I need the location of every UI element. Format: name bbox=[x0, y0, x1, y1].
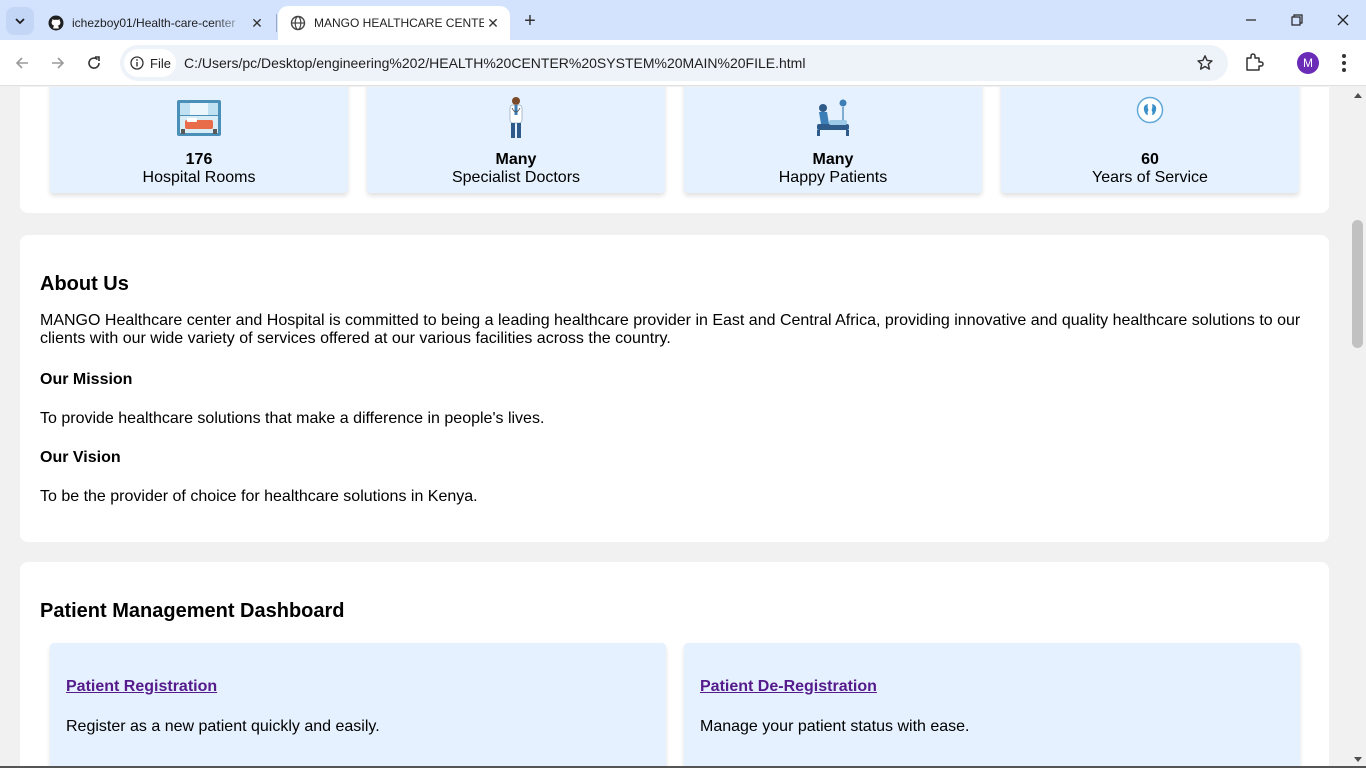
back-arrow-icon[interactable] bbox=[10, 51, 34, 75]
about-section: About Us MANGO Healthcare center and Hos… bbox=[20, 235, 1329, 542]
minimize-icon[interactable] bbox=[1239, 8, 1263, 32]
chevron-down-icon bbox=[15, 18, 25, 25]
close-tab-icon[interactable]: ✕ bbox=[248, 14, 266, 32]
profile-avatar[interactable]: M bbox=[1297, 52, 1319, 74]
about-heading: About Us bbox=[40, 273, 129, 295]
patient-registration-link[interactable]: Patient Registration bbox=[66, 678, 217, 696]
scroll-up-arrow-icon[interactable] bbox=[1354, 93, 1362, 98]
stat-value: 60 bbox=[1141, 151, 1159, 168]
hospital-room-icon bbox=[50, 94, 348, 142]
page-viewport: 176 Hospital Rooms Many Specialist Docto… bbox=[0, 87, 1350, 768]
tab-search-button[interactable] bbox=[6, 7, 34, 35]
scroll-down-arrow-icon[interactable] bbox=[1354, 757, 1362, 762]
close-tab-icon[interactable]: ✕ bbox=[484, 14, 502, 32]
mission-heading: Our Mission bbox=[40, 371, 133, 388]
stat-value: 176 bbox=[185, 151, 213, 168]
stat-label: Happy Patients bbox=[778, 169, 888, 186]
stat-value: Many bbox=[812, 151, 854, 168]
url-text[interactable]: C:/Users/pc/Desktop/engineering%202/HEAL… bbox=[184, 55, 805, 71]
tab-separator bbox=[276, 14, 277, 32]
stat-happy-patients: Many Happy Patients bbox=[684, 87, 982, 193]
patient-dashboard-section: Patient Management Dashboard Patient Reg… bbox=[20, 562, 1329, 768]
vision-text: To be the provider of choice for healthc… bbox=[40, 488, 478, 505]
stat-years-of-service: 60 Years of Service bbox=[1001, 87, 1299, 193]
mission-text: To provide healthcare solutions that mak… bbox=[40, 410, 545, 427]
stat-label: Years of Service bbox=[1092, 169, 1208, 186]
scroll-thumb[interactable] bbox=[1352, 220, 1363, 348]
stat-hospital-rooms: 176 Hospital Rooms bbox=[50, 87, 348, 193]
about-intro: MANGO Healthcare center and Hospital is … bbox=[40, 312, 1301, 347]
chip-label: File bbox=[150, 55, 171, 71]
tab-title: ichezboy01/Health-care-center bbox=[72, 16, 236, 30]
browser-toolbar: File C:/Users/pc/Desktop/engineering%202… bbox=[0, 40, 1366, 86]
stat-value: Many bbox=[495, 151, 537, 168]
patient-registration-card: Patient Registration Register as a new p… bbox=[50, 643, 666, 768]
page-scrollbar[interactable] bbox=[1350, 87, 1366, 768]
dashboard-heading: Patient Management Dashboard bbox=[40, 600, 345, 622]
tab-mango-healthcare[interactable]: MANGO HEALTHCARE CENTER ✕ bbox=[278, 6, 510, 40]
address-bar[interactable]: File C:/Users/pc/Desktop/engineering%202… bbox=[120, 45, 1228, 81]
doctor-icon bbox=[367, 94, 665, 142]
globe-icon bbox=[290, 15, 306, 31]
vision-heading: Our Vision bbox=[40, 449, 121, 466]
close-window-icon[interactable] bbox=[1331, 8, 1355, 32]
new-tab-button[interactable]: + bbox=[518, 9, 542, 33]
stat-label: Hospital Rooms bbox=[142, 169, 256, 186]
patient-deregistration-link[interactable]: Patient De-Registration bbox=[700, 678, 877, 696]
patient-deregistration-card: Patient De-Registration Manage your pati… bbox=[684, 643, 1300, 768]
stats-section: 176 Hospital Rooms Many Specialist Docto… bbox=[20, 87, 1329, 213]
github-icon bbox=[48, 15, 64, 31]
extensions-icon[interactable] bbox=[1243, 51, 1265, 73]
stat-specialist-doctors: Many Specialist Doctors bbox=[367, 87, 665, 193]
card-description: Register as a new patient quickly and ea… bbox=[66, 718, 380, 735]
info-icon bbox=[130, 56, 144, 70]
card-description: Manage your patient status with ease. bbox=[700, 718, 970, 735]
browser-tabstrip: ichezboy01/Health-care-center ✕ MANGO HE… bbox=[0, 0, 1366, 40]
reload-icon[interactable] bbox=[82, 51, 106, 75]
stat-label: Specialist Doctors bbox=[451, 169, 581, 186]
restore-icon[interactable] bbox=[1285, 8, 1309, 32]
bookmark-star-icon[interactable] bbox=[1196, 54, 1214, 72]
forward-arrow-icon[interactable] bbox=[46, 51, 70, 75]
patient-bed-icon bbox=[684, 94, 982, 142]
browser-menu-icon[interactable] bbox=[1334, 51, 1354, 75]
tab-github[interactable]: ichezboy01/Health-care-center ✕ bbox=[36, 6, 274, 40]
tab-title: MANGO HEALTHCARE CENTER bbox=[314, 16, 484, 30]
site-info-chip[interactable]: File bbox=[124, 49, 176, 77]
kidneys-icon bbox=[1001, 95, 1299, 125]
